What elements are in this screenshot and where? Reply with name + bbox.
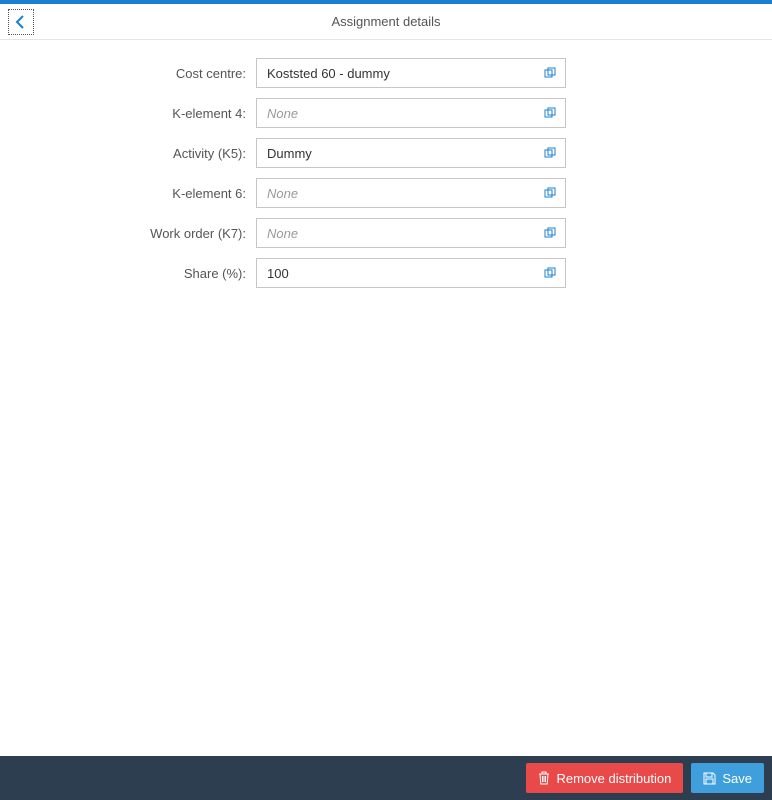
trash-icon [538,771,550,785]
input-share[interactable] [257,259,535,287]
chevron-left-icon [15,15,27,29]
field-k-element-4[interactable] [256,98,566,128]
lookup-work-order-k7[interactable] [535,219,565,247]
popup-icon [544,227,556,239]
save-icon [703,772,716,785]
lookup-k-element-4[interactable] [535,99,565,127]
field-activity-k5[interactable] [256,138,566,168]
header-bar: Assignment details [0,4,772,40]
page-root: Assignment details Cost centre: K-elemen… [0,0,772,800]
popup-icon [544,67,556,79]
form-area: Cost centre: K-element 4: Activity (K5): [0,40,772,756]
field-k-element-6[interactable] [256,178,566,208]
lookup-activity-k5[interactable] [535,139,565,167]
back-button[interactable] [8,9,34,35]
lookup-share[interactable] [535,259,565,287]
popup-icon [544,147,556,159]
input-cost-centre[interactable] [257,59,535,87]
row-share: Share (%): [0,258,772,288]
input-k-element-4[interactable] [257,99,535,127]
label-share: Share (%): [0,266,256,281]
field-cost-centre[interactable] [256,58,566,88]
row-k-element-4: K-element 4: [0,98,772,128]
label-cost-centre: Cost centre: [0,66,256,81]
row-k-element-6: K-element 6: [0,178,772,208]
popup-icon [544,267,556,279]
row-cost-centre: Cost centre: [0,58,772,88]
label-k-element-6: K-element 6: [0,186,256,201]
label-activity-k5: Activity (K5): [0,146,256,161]
save-label: Save [722,771,752,786]
input-k-element-6[interactable] [257,179,535,207]
lookup-k-element-6[interactable] [535,179,565,207]
remove-distribution-label: Remove distribution [556,771,671,786]
popup-icon [544,107,556,119]
row-work-order-k7: Work order (K7): [0,218,772,248]
footer-bar: Remove distribution Save [0,756,772,800]
label-k-element-4: K-element 4: [0,106,256,121]
field-share[interactable] [256,258,566,288]
popup-icon [544,187,556,199]
lookup-cost-centre[interactable] [535,59,565,87]
page-title: Assignment details [0,14,772,29]
save-button[interactable]: Save [691,763,764,793]
remove-distribution-button[interactable]: Remove distribution [526,763,683,793]
row-activity-k5: Activity (K5): [0,138,772,168]
label-work-order-k7: Work order (K7): [0,226,256,241]
field-work-order-k7[interactable] [256,218,566,248]
input-work-order-k7[interactable] [257,219,535,247]
input-activity-k5[interactable] [257,139,535,167]
